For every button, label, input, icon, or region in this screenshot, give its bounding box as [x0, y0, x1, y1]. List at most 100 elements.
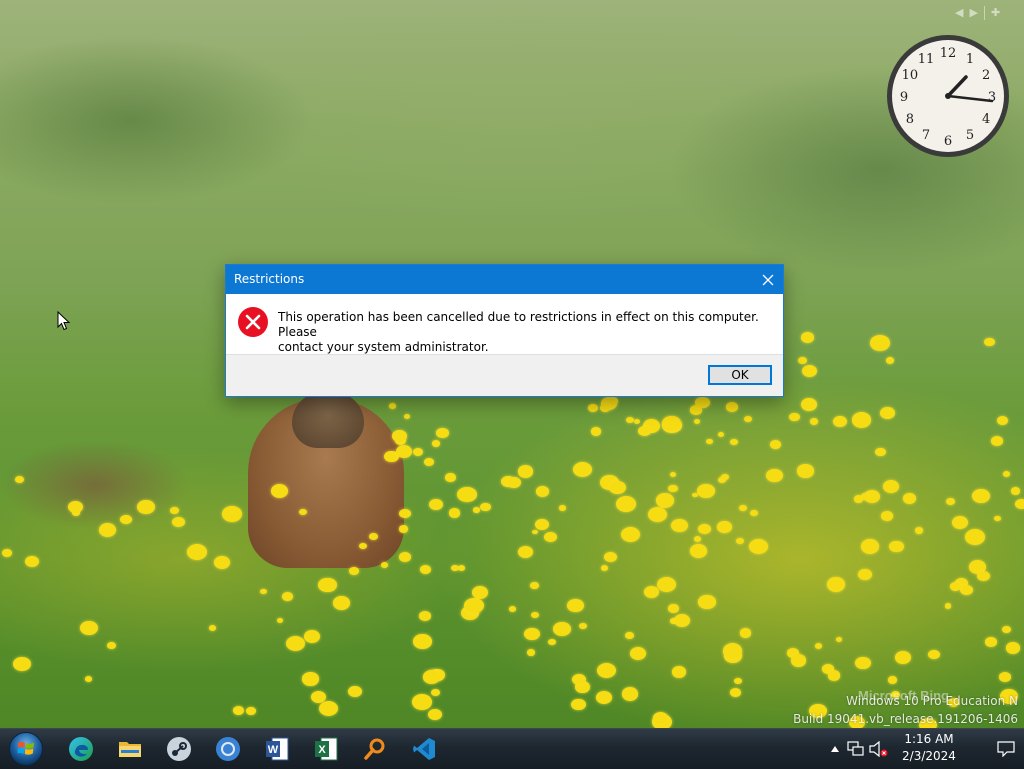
flower — [750, 510, 759, 517]
flower — [571, 698, 586, 710]
flower — [717, 432, 725, 438]
flower — [1001, 625, 1012, 634]
tray-date[interactable]: 2/3/2024 — [894, 749, 964, 763]
taskbar-word-button[interactable]: W — [262, 734, 292, 764]
taskbar-steam-button[interactable] — [164, 734, 194, 764]
flower — [436, 428, 449, 438]
flower — [690, 543, 708, 558]
taskbar-explorer-button[interactable] — [115, 734, 145, 764]
clock-number: 11 — [918, 52, 935, 67]
taskbar-chrome-button[interactable] — [213, 734, 243, 764]
flower — [668, 484, 679, 493]
dialog-content: This operation has been cancelled due to… — [226, 294, 783, 354]
taskbar-search-button[interactable] — [360, 734, 390, 764]
flower — [895, 651, 912, 665]
flower — [572, 462, 592, 478]
flower — [656, 493, 675, 508]
flower — [232, 706, 244, 715]
flower — [625, 632, 634, 639]
flower — [572, 673, 587, 685]
clock-gadget[interactable]: 12 12 3 45678 9 1011 — [885, 33, 1011, 159]
clock-number: 2 — [982, 68, 990, 83]
flower — [531, 612, 540, 619]
flower — [553, 621, 572, 637]
gadget-next-icon[interactable]: ▶ — [969, 7, 977, 19]
flower — [621, 526, 641, 542]
flower — [657, 577, 677, 593]
error-icon — [238, 307, 268, 337]
flower — [14, 475, 24, 484]
flower — [928, 650, 940, 660]
flower — [629, 646, 647, 661]
clock-center — [945, 93, 951, 99]
network-icon — [847, 741, 864, 756]
flower — [694, 419, 701, 424]
clock-number: 9 — [900, 90, 908, 105]
taskbar-edge-button[interactable] — [66, 734, 96, 764]
taskbar-excel-button[interactable]: X — [311, 734, 341, 764]
flower — [428, 708, 443, 720]
action-center-button[interactable] — [994, 729, 1018, 769]
flower — [725, 402, 739, 413]
system-tray: 1:16 AM 2/3/2024 — [824, 729, 1024, 769]
mouse-cursor-icon — [57, 311, 71, 331]
dialog-titlebar[interactable]: Restrictions — [226, 265, 783, 294]
clock-number: 3 — [988, 90, 996, 105]
flower — [638, 425, 651, 436]
flower — [464, 597, 484, 614]
flower — [739, 628, 752, 638]
flower — [543, 531, 557, 543]
flower — [851, 412, 872, 428]
flower — [13, 656, 32, 672]
flower — [1, 548, 13, 558]
flower — [392, 430, 407, 442]
flower — [423, 458, 434, 467]
flower — [880, 407, 895, 419]
chrome-icon — [216, 737, 240, 761]
flower — [722, 643, 743, 659]
flower — [403, 414, 411, 420]
flower — [734, 678, 742, 685]
flower — [517, 465, 534, 478]
flower — [965, 528, 986, 545]
flower — [318, 577, 337, 593]
flower — [187, 543, 208, 560]
flower — [398, 508, 411, 519]
gadget-controls: ◀ ▶ ✚ — [955, 6, 1000, 20]
flower — [870, 335, 890, 351]
flower — [860, 539, 880, 555]
flower — [471, 586, 488, 599]
taskbar-vscode-button[interactable] — [409, 734, 439, 764]
dialog-title: Restrictions — [234, 272, 305, 286]
flower — [797, 357, 807, 365]
flower — [532, 529, 539, 535]
flower — [950, 582, 962, 592]
flower — [171, 516, 185, 528]
network-tray-button[interactable] — [846, 729, 866, 769]
magnifier-icon — [364, 738, 385, 760]
flower — [432, 440, 441, 447]
tray-time[interactable]: 1:16 AM — [894, 732, 964, 746]
clock-number: 12 — [940, 46, 957, 61]
flower — [889, 540, 904, 553]
flower — [333, 596, 350, 610]
flower — [98, 523, 117, 537]
gadget-add-icon[interactable]: ✚ — [991, 7, 1000, 19]
flower — [914, 527, 924, 534]
flower — [836, 637, 843, 643]
flower — [609, 480, 627, 495]
close-button[interactable] — [753, 265, 783, 294]
flower — [997, 415, 1009, 425]
flower — [506, 477, 521, 489]
flower — [603, 551, 617, 563]
gadget-prev-icon[interactable]: ◀ — [955, 7, 963, 19]
flower — [743, 415, 753, 423]
flower — [855, 656, 871, 670]
ok-button[interactable]: OK — [708, 365, 772, 385]
windows-start-orb[interactable] — [8, 731, 44, 767]
volume-tray-button[interactable] — [868, 729, 890, 769]
flower — [445, 473, 456, 482]
show-hidden-icons-arrow[interactable] — [828, 729, 842, 769]
word-letter: W — [268, 744, 279, 756]
flower — [809, 417, 819, 425]
